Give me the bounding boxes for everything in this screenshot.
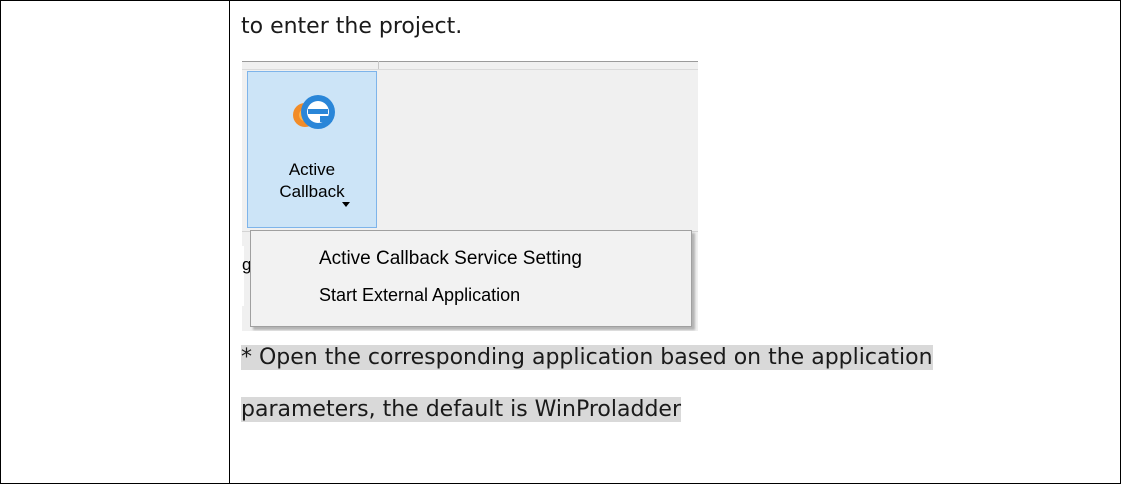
screenshot-top-border [242,61,698,62]
note-line-2: parameters, the default is WinProladder [241,395,1061,425]
ribbon-top-line [242,69,698,70]
note-line-1: * Open the corresponding application bas… [241,343,1061,373]
note-line-2-text: parameters, the default is WinProladder [241,397,681,422]
menu-item-service-setting[interactable]: Active Callback Service Setting [251,243,691,275]
tab-separator [378,61,379,69]
table-column-divider [229,1,230,483]
internet-explorer-icon [293,95,335,129]
note-line-1-text: * Open the corresponding application bas… [241,345,933,370]
button-label-line1: Active [288,160,336,179]
embedded-screenshot: Active Callback g Active Callback Servic… [242,61,698,331]
intro-text: to enter the project. [241,14,463,39]
dropdown-menu: Active Callback Service Setting Start Ex… [250,230,692,327]
button-label-line2: Callback [279,182,345,201]
active-callback-button[interactable]: Active Callback [247,71,377,228]
menu-item-start-external-app[interactable]: Start External Application [251,279,691,311]
chevron-down-icon[interactable] [342,202,350,207]
